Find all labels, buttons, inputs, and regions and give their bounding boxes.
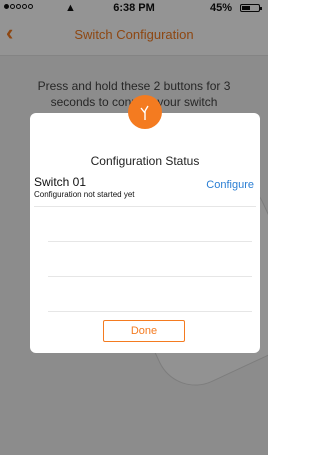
done-button[interactable]: Done [103, 320, 185, 342]
empty-row [48, 241, 252, 242]
switch-name: Switch 01 [34, 175, 87, 189]
empty-row [48, 311, 252, 312]
dialog-title: Configuration Status [90, 154, 200, 168]
empty-row [48, 276, 252, 277]
configure-button[interactable]: Configure [206, 179, 254, 191]
switch-row: Switch 01 Configuration not started yet … [34, 172, 256, 207]
configuration-status-dialog: Configuration Status Switch 01 Configura… [30, 95, 260, 353]
switch-status: Configuration not started yet [34, 190, 135, 199]
screen: ▲ 6:38 PM 45% ‹ Switch Configuration Pre… [0, 0, 268, 455]
leaf-logo-icon [128, 95, 162, 129]
